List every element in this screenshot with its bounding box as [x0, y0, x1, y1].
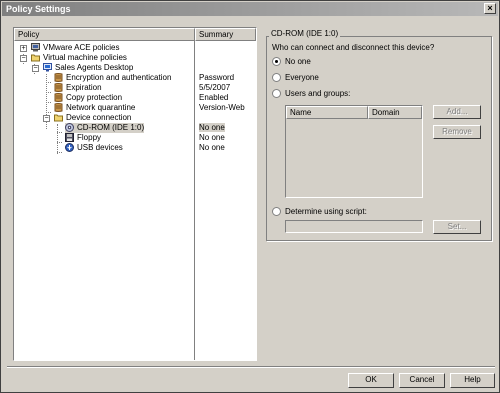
summary-expiration: 5/5/2007 — [199, 83, 231, 92]
tree-node-label: USB devices — [77, 143, 123, 152]
tree-node-label: Network quarantine — [66, 103, 136, 112]
window-title: Policy Settings — [6, 4, 71, 14]
tree-node-network-quarantine[interactable]: Network quarantine — [54, 103, 135, 113]
usb-icon — [65, 143, 74, 153]
tree-line — [46, 112, 51, 113]
tree-node-label: Encryption and authentication — [66, 73, 172, 82]
collapse-toggle[interactable]: − — [20, 55, 27, 62]
tree-node-label: Sales Agents Desktop — [55, 63, 134, 72]
tree-node-cdrom[interactable]: CD-ROM (IDE 1:0) — [65, 123, 145, 133]
tree-node-label: Device connection — [66, 113, 132, 122]
radio-no-one[interactable]: No one — [272, 57, 311, 66]
summary-network-quarantine: Version-Web — [199, 103, 245, 112]
policy-icon — [54, 73, 63, 83]
policy-icon — [54, 93, 63, 103]
radio-everyone[interactable]: Everyone — [272, 73, 319, 82]
folder-icon — [31, 54, 40, 62]
tree-node-label: Virtual machine policies — [43, 53, 127, 62]
summary-cdrom: No one — [199, 123, 225, 132]
cdrom-icon — [65, 123, 74, 133]
radio-label: No one — [285, 57, 311, 66]
summary-encryption: Password — [199, 73, 235, 82]
folder-icon — [54, 114, 63, 122]
column-divider — [194, 41, 195, 360]
tree-line — [46, 102, 51, 103]
question-label: Who can connect and disconnect this devi… — [272, 43, 435, 52]
tree-line — [46, 92, 51, 93]
expand-toggle[interactable]: + — [20, 45, 27, 52]
ok-button[interactable]: OK — [348, 373, 394, 388]
summary-copy-protection: Enabled — [199, 93, 229, 102]
policy-tree[interactable]: Policy Summary + VMware ACE policies − V… — [13, 27, 257, 361]
tree-node-usb-devices[interactable]: USB devices — [65, 143, 123, 153]
footer-divider — [7, 366, 495, 368]
tree-node-expiration[interactable]: Expiration — [54, 83, 102, 93]
users-groups-list[interactable]: Name Domain — [285, 105, 423, 198]
column-header-name[interactable]: Name — [286, 106, 368, 119]
radio-label: Everyone — [285, 73, 319, 82]
summary-usb: No one — [199, 143, 225, 152]
add-button[interactable]: Add... — [433, 105, 481, 119]
script-path-field[interactable] — [285, 220, 423, 233]
tree-node-vmware-ace-policies[interactable]: VMware ACE policies — [31, 43, 119, 53]
radio-button-checked[interactable] — [272, 57, 281, 66]
column-header-policy[interactable]: Policy — [14, 28, 195, 41]
tree-node-label: Floppy — [77, 133, 102, 142]
policy-icon — [54, 83, 63, 93]
tree-node-label: CD-ROM (IDE 1:0) — [77, 123, 145, 132]
policy-icon — [54, 103, 63, 113]
floppy-icon — [65, 133, 74, 143]
tree-line — [57, 124, 58, 154]
title-bar: Policy Settings × — [2, 2, 498, 16]
cancel-button[interactable]: Cancel — [399, 373, 445, 388]
policy-settings-dialog: Policy Settings × Policy Summary + VMwar… — [0, 0, 500, 393]
tree-node-copy-protection[interactable]: Copy protection — [54, 93, 122, 103]
help-button[interactable]: Help — [450, 373, 495, 388]
tree-node-label: VMware ACE policies — [43, 43, 120, 52]
tree-node-virtual-machine-policies[interactable]: Virtual machine policies — [31, 53, 127, 63]
radio-label: Users and groups: — [285, 89, 351, 98]
tree-line — [57, 152, 62, 153]
tree-node-label: Copy protection — [66, 93, 123, 102]
radio-button[interactable] — [272, 207, 281, 216]
radio-users-groups[interactable]: Users and groups: — [272, 89, 350, 98]
tree-node-device-connection[interactable]: Device connection — [54, 113, 131, 123]
close-button[interactable]: × — [484, 3, 496, 14]
tree-line — [46, 82, 51, 83]
radio-button[interactable] — [272, 73, 281, 82]
summary-floppy: No one — [199, 133, 225, 142]
collapse-toggle[interactable]: − — [32, 65, 39, 72]
set-script-button[interactable]: Set... — [433, 220, 481, 234]
tree-node-label: Expiration — [66, 83, 102, 92]
radio-script[interactable]: Determine using script: — [272, 207, 367, 216]
tree-line — [57, 132, 62, 133]
virtual-machine-icon — [43, 63, 52, 72]
tree-line — [57, 142, 62, 143]
column-header-summary[interactable]: Summary — [195, 28, 256, 41]
column-header-domain[interactable]: Domain — [368, 106, 422, 119]
tree-node-encryption-authentication[interactable]: Encryption and authentication — [54, 73, 171, 83]
radio-button[interactable] — [272, 89, 281, 98]
radio-label: Determine using script: — [285, 207, 367, 216]
computer-icon — [31, 43, 40, 52]
tree-node-sales-agents-desktop[interactable]: Sales Agents Desktop — [43, 63, 133, 73]
group-title: CD-ROM (IDE 1:0) — [269, 29, 341, 38]
tree-node-floppy[interactable]: Floppy — [65, 133, 101, 143]
remove-button[interactable]: Remove — [433, 125, 481, 139]
collapse-toggle[interactable]: − — [43, 115, 50, 122]
